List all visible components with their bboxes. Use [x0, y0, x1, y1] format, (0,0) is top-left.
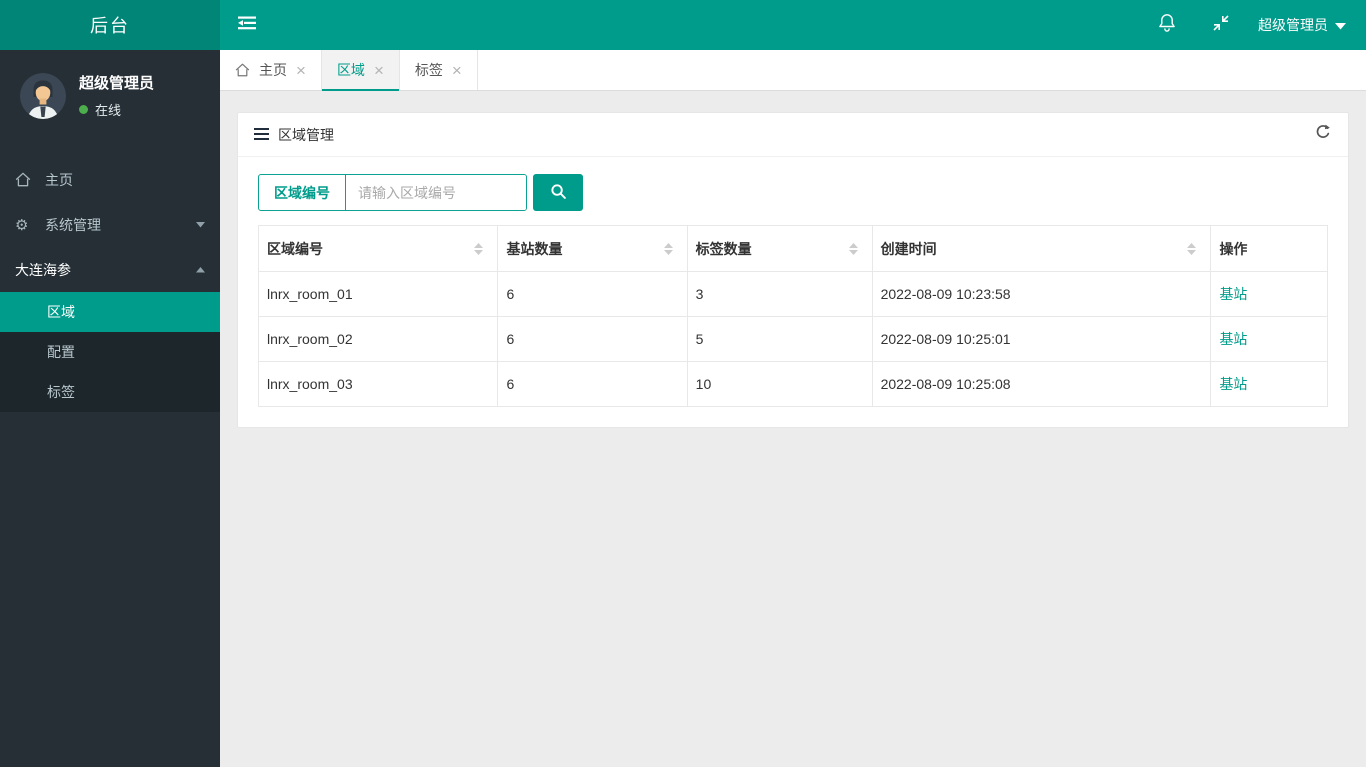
search-field-selector[interactable]: 区域编号 — [259, 175, 346, 210]
base-station-link[interactable]: 基站 — [1219, 286, 1247, 302]
cell-base-stations: 6 — [497, 316, 688, 362]
search-input[interactable] — [346, 175, 526, 210]
menu-bars-icon — [254, 127, 269, 143]
sidebar-user-info: 超级管理员 在线 — [79, 72, 154, 119]
avatar — [20, 72, 66, 119]
panel-title: 区域管理 — [254, 125, 334, 145]
sidebar: 超级管理员 在线 主页 ⚙ 系统管理 大连海参 区域 配置 标签 — [0, 50, 220, 767]
table-row: lnrx_room_02 6 5 2022-08-09 10:25:01 基站 — [257, 316, 1328, 362]
close-icon[interactable]: × — [452, 62, 462, 79]
tab-bar: 主页 × 区域 × 标签 × — [220, 50, 1366, 91]
cell-created-at: 2022-08-09 10:25:08 — [871, 361, 1212, 407]
sidebar-item-label: 标签 — [47, 384, 75, 400]
column-header-actions: 操作 — [1210, 225, 1328, 272]
main-area: 主页 × 区域 × 标签 × 区域管理 区域编号 请输入区域编号 区域编号 基站… — [220, 0, 1366, 449]
tab-tag[interactable]: 标签 × — [400, 50, 478, 90]
cell-created-at: 2022-08-09 10:25:01 — [871, 316, 1212, 362]
sidebar-item-label: 区域 — [47, 304, 75, 320]
user-dropdown[interactable]: 超级管理员 — [1248, 0, 1366, 50]
cell-tags: 10 — [686, 361, 873, 407]
area-management-panel: 区域管理 区域编号 请输入区域编号 区域编号 基站数量 标签数量 创建时间 操作… — [237, 112, 1349, 428]
column-header-area-id[interactable]: 区域编号 — [257, 225, 499, 272]
panel-title-text: 区域管理 — [278, 126, 334, 143]
bell-icon — [1157, 12, 1177, 38]
content: 区域管理 区域编号 请输入区域编号 区域编号 基站数量 标签数量 创建时间 操作… — [220, 91, 1366, 449]
top-header: 后台 超级管理员 — [0, 0, 1366, 50]
sidebar-item-label: 大连海参 — [15, 261, 71, 278]
online-status-label: 在线 — [95, 103, 122, 118]
gear-icon: ⚙ — [15, 216, 29, 234]
refresh-button[interactable] — [1314, 123, 1332, 146]
table-header-row: 区域编号 基站数量 标签数量 创建时间 操作 — [257, 225, 1328, 272]
cell-actions: 基站 — [1210, 271, 1328, 317]
cell-area-id: lnrx_room_02 — [257, 316, 499, 362]
sort-icon[interactable] — [848, 242, 858, 255]
compress-icon — [1211, 13, 1231, 38]
search-button[interactable] — [533, 174, 583, 211]
cell-created-at: 2022-08-09 10:23:58 — [871, 271, 1212, 317]
sidebar-user-status: 在线 — [79, 100, 154, 119]
sidebar-user-panel: 超级管理员 在线 — [0, 50, 220, 139]
search-icon — [550, 183, 567, 203]
app-logo: 后台 — [0, 0, 220, 50]
column-header-tags[interactable]: 标签数量 — [686, 225, 873, 272]
search-input-group: 区域编号 — [258, 174, 527, 211]
cell-actions: 基站 — [1210, 316, 1328, 362]
sidebar-item-config[interactable]: 配置 — [0, 332, 220, 372]
fullscreen-button[interactable] — [1194, 0, 1248, 50]
sidebar-item-home[interactable]: 主页 — [0, 157, 220, 202]
cell-actions: 基站 — [1210, 361, 1328, 407]
sidebar-user-name: 超级管理员 — [79, 75, 155, 92]
area-table-wrap: 区域编号 基站数量 标签数量 创建时间 操作 lnrx_room_01 6 3 … — [238, 225, 1348, 427]
cell-area-id: lnrx_room_03 — [257, 361, 499, 407]
sidebar-toggle-icon — [238, 16, 256, 35]
top-navbar: 超级管理员 — [220, 0, 1366, 50]
home-icon — [235, 63, 250, 77]
sidebar-item-tag[interactable]: 标签 — [0, 372, 220, 412]
sidebar-menu: 主页 ⚙ 系统管理 大连海参 区域 配置 标签 — [0, 157, 220, 412]
area-table: 区域编号 基站数量 标签数量 创建时间 操作 lnrx_room_01 6 3 … — [257, 225, 1328, 407]
table-row: lnrx_room_03 6 10 2022-08-09 10:25:08 基站 — [257, 361, 1328, 407]
search-row: 区域编号 — [238, 157, 1348, 225]
sort-icon[interactable] — [1187, 242, 1197, 255]
cell-base-stations: 6 — [497, 271, 688, 317]
cell-base-stations: 6 — [497, 361, 688, 407]
tab-home[interactable]: 主页 × — [220, 50, 322, 90]
column-header-created-at[interactable]: 创建时间 — [871, 225, 1212, 272]
base-station-link[interactable]: 基站 — [1219, 331, 1247, 347]
user-dropdown-label: 超级管理员 — [1258, 17, 1328, 33]
refresh-icon — [1314, 123, 1332, 146]
cell-area-id: lnrx_room_01 — [257, 271, 499, 317]
sidebar-toggle-button[interactable] — [220, 0, 274, 50]
online-status-icon — [79, 105, 88, 114]
cell-tags: 5 — [686, 316, 873, 362]
sort-icon[interactable] — [474, 242, 484, 255]
tab-label: 标签 — [414, 62, 443, 78]
chevron-up-icon — [196, 266, 205, 273]
table-row: lnrx_room_01 6 3 2022-08-09 10:23:58 基站 — [257, 271, 1328, 317]
close-icon[interactable]: × — [296, 62, 306, 79]
chevron-down-icon — [196, 221, 205, 228]
sidebar-item-label: 主页 — [45, 171, 73, 188]
notifications-button[interactable] — [1140, 0, 1194, 50]
home-icon — [15, 172, 45, 187]
base-station-link[interactable]: 基站 — [1219, 376, 1247, 392]
sidebar-item-dalian[interactable]: 大连海参 — [0, 247, 220, 292]
column-header-base-stations[interactable]: 基站数量 — [497, 225, 688, 272]
sort-icon[interactable] — [663, 242, 673, 255]
navbar-right: 超级管理员 — [1140, 0, 1366, 50]
sidebar-item-system[interactable]: ⚙ 系统管理 — [0, 202, 220, 247]
sidebar-submenu: 区域 配置 标签 — [0, 292, 220, 412]
cell-tags: 3 — [686, 271, 873, 317]
panel-header: 区域管理 — [238, 113, 1348, 157]
close-icon[interactable]: × — [374, 62, 384, 79]
tab-label: 主页 — [259, 62, 287, 78]
tab-label: 区域 — [336, 62, 365, 78]
chevron-down-icon — [1335, 17, 1346, 33]
tab-area[interactable]: 区域 × — [321, 50, 400, 91]
sidebar-item-area[interactable]: 区域 — [0, 292, 220, 332]
sidebar-item-label: 系统管理 — [45, 216, 101, 233]
sidebar-item-label: 配置 — [47, 344, 75, 360]
